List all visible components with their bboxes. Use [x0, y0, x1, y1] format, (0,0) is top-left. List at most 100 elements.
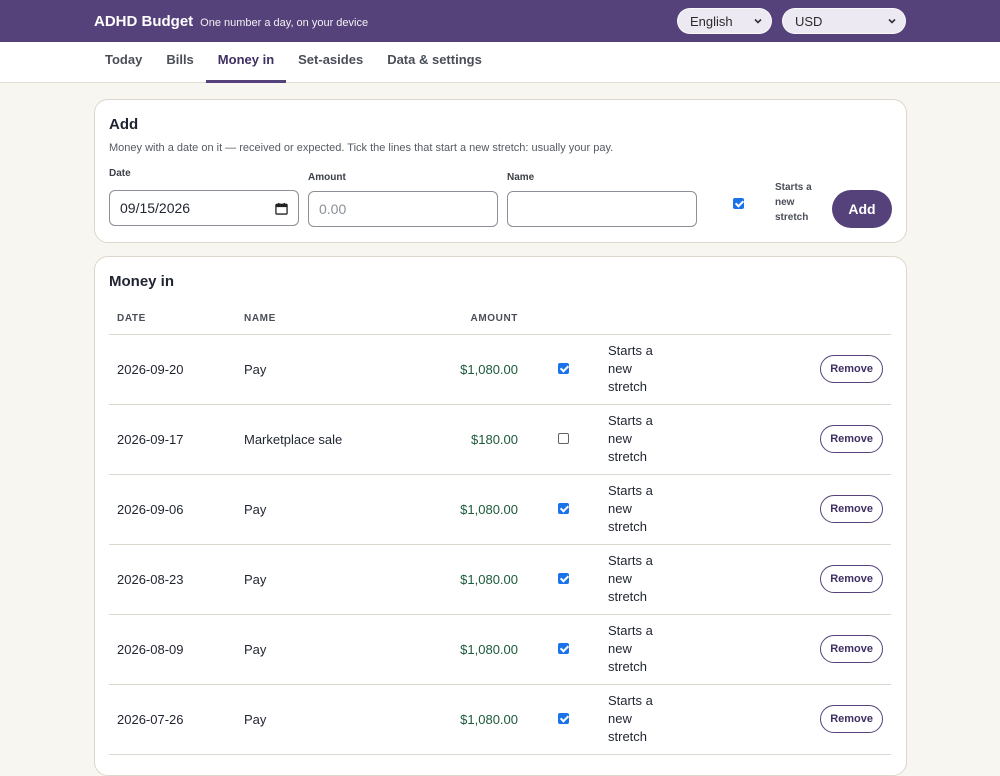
amount-label: Amount	[308, 172, 346, 183]
column-header-date: DATE	[109, 304, 236, 335]
row-stretch-label: Starts a new stretch	[608, 693, 653, 744]
chevron-down-icon	[888, 18, 896, 24]
calendar-icon[interactable]	[275, 202, 288, 215]
money-in-card: Money in DATE NAME AMOUNT 2026-09-20 Pay…	[94, 256, 907, 776]
row-name: Pay	[236, 544, 386, 615]
row-stretch-cell: Starts a new stretch	[600, 614, 730, 685]
top-bar: ADHD Budget One number a day, on your de…	[0, 0, 1000, 42]
row-stretch-cell: Starts a new stretch	[600, 404, 730, 475]
currency-value: USD	[795, 13, 823, 29]
row-date: 2026-07-26	[109, 684, 236, 755]
amount-field-group: Amount	[308, 172, 346, 183]
row-date: 2026-09-17	[109, 404, 236, 475]
table-header-row: DATE NAME AMOUNT	[109, 304, 891, 335]
row-actions: Remove	[730, 544, 891, 615]
tab-bar: Today Bills Money in Set-asides Data & s…	[0, 42, 1000, 83]
money-in-table: DATE NAME AMOUNT 2026-09-20 Pay $1,080.0…	[109, 304, 891, 755]
add-card: Add Money with a date on it — received o…	[94, 99, 907, 243]
row-checkbox-cell	[526, 684, 600, 755]
tab-set-asides[interactable]: Set-asides	[286, 42, 375, 83]
money-in-title: Money in	[109, 273, 175, 290]
row-actions: Remove	[730, 684, 891, 755]
row-name: Pay	[236, 614, 386, 685]
name-input[interactable]	[507, 191, 697, 227]
table-row: 2026-09-06 Pay $1,080.00 Starts a new st…	[109, 474, 891, 545]
tab-money-in[interactable]: Money in	[205, 42, 287, 83]
add-button[interactable]: Add	[832, 190, 892, 228]
row-starts-stretch-checkbox[interactable]	[557, 572, 569, 584]
row-stretch-cell: Starts a new stretch	[600, 684, 730, 755]
row-amount: $1,080.00	[386, 684, 526, 755]
column-header-stretch	[600, 304, 730, 335]
name-field-group: Name	[507, 172, 534, 183]
table-row: 2026-09-20 Pay $1,080.00 Starts a new st…	[109, 334, 891, 405]
remove-button[interactable]: Remove	[820, 635, 883, 663]
row-checkbox-cell	[526, 404, 600, 475]
row-stretch-cell: Starts a new stretch	[600, 474, 730, 545]
column-header-name: NAME	[236, 304, 386, 335]
row-starts-stretch-checkbox[interactable]	[557, 502, 569, 514]
tab-bills[interactable]: Bills	[154, 42, 205, 83]
row-starts-stretch-checkbox[interactable]	[557, 642, 569, 654]
row-starts-stretch-checkbox[interactable]	[557, 362, 569, 374]
column-header-actions	[730, 304, 891, 335]
app-tagline: One number a day, on your device	[200, 16, 369, 29]
row-stretch-cell: Starts a new stretch	[600, 334, 730, 405]
remove-button[interactable]: Remove	[820, 565, 883, 593]
language-value: English	[690, 13, 733, 29]
brand: ADHD Budget One number a day, on your de…	[94, 13, 368, 30]
row-actions: Remove	[730, 404, 891, 475]
date-input[interactable]: 09/15/2026	[109, 190, 299, 226]
app-title: ADHD Budget	[94, 12, 194, 30]
money-in-rows: 2026-09-20 Pay $1,080.00 Starts a new st…	[109, 334, 891, 755]
row-stretch-label: Starts a new stretch	[608, 483, 653, 534]
row-stretch-label: Starts a new stretch	[608, 343, 653, 394]
row-date: 2026-09-20	[109, 334, 236, 405]
table-row: 2026-08-09 Pay $1,080.00 Starts a new st…	[109, 614, 891, 685]
row-actions: Remove	[730, 474, 891, 545]
remove-button[interactable]: Remove	[820, 705, 883, 733]
row-starts-stretch-checkbox[interactable]	[557, 712, 569, 724]
row-stretch-cell: Starts a new stretch	[600, 544, 730, 615]
row-amount: $1,080.00	[386, 614, 526, 685]
row-name: Pay	[236, 334, 386, 405]
row-name: Marketplace sale	[236, 404, 386, 475]
language-select[interactable]: English	[677, 8, 772, 34]
row-amount: $1,080.00	[386, 544, 526, 615]
row-stretch-label: Starts a new stretch	[608, 623, 653, 674]
row-checkbox-cell	[526, 614, 600, 685]
row-amount: $1,080.00	[386, 474, 526, 545]
remove-button[interactable]: Remove	[820, 425, 883, 453]
row-checkbox-cell	[526, 544, 600, 615]
amount-placeholder: 0.00	[319, 201, 347, 217]
row-actions: Remove	[730, 334, 891, 405]
row-name: Pay	[236, 684, 386, 755]
amount-input[interactable]: 0.00	[308, 191, 498, 227]
chevron-down-icon	[754, 18, 762, 24]
tab-data-settings[interactable]: Data & settings	[375, 42, 494, 83]
row-starts-stretch-checkbox[interactable]	[557, 432, 569, 444]
remove-button[interactable]: Remove	[820, 355, 883, 383]
row-date: 2026-08-23	[109, 544, 236, 615]
add-form: Date 09/15/2026 Amount 0.00 Name Starts …	[109, 168, 892, 228]
row-amount: $180.00	[386, 404, 526, 475]
row-stretch-label: Starts a new stretch	[608, 553, 653, 604]
row-checkbox-cell	[526, 474, 600, 545]
remove-button[interactable]: Remove	[820, 495, 883, 523]
row-checkbox-cell	[526, 334, 600, 405]
column-header-checkbox	[526, 304, 600, 335]
currency-select[interactable]: USD	[782, 8, 906, 34]
date-value: 09/15/2026	[120, 200, 191, 216]
add-title: Add	[109, 116, 139, 133]
row-actions: Remove	[730, 614, 891, 685]
row-date: 2026-08-09	[109, 614, 236, 685]
column-header-amount: AMOUNT	[386, 304, 526, 335]
table-row: 2026-09-17 Marketplace sale $180.00 Star…	[109, 404, 891, 475]
table-row: 2026-07-26 Pay $1,080.00 Starts a new st…	[109, 684, 891, 755]
row-amount: $1,080.00	[386, 334, 526, 405]
row-date: 2026-09-06	[109, 474, 236, 545]
tab-today[interactable]: Today	[93, 42, 154, 83]
starts-stretch-checkbox[interactable]	[733, 198, 744, 209]
row-name: Pay	[236, 474, 386, 545]
name-label: Name	[507, 172, 535, 183]
